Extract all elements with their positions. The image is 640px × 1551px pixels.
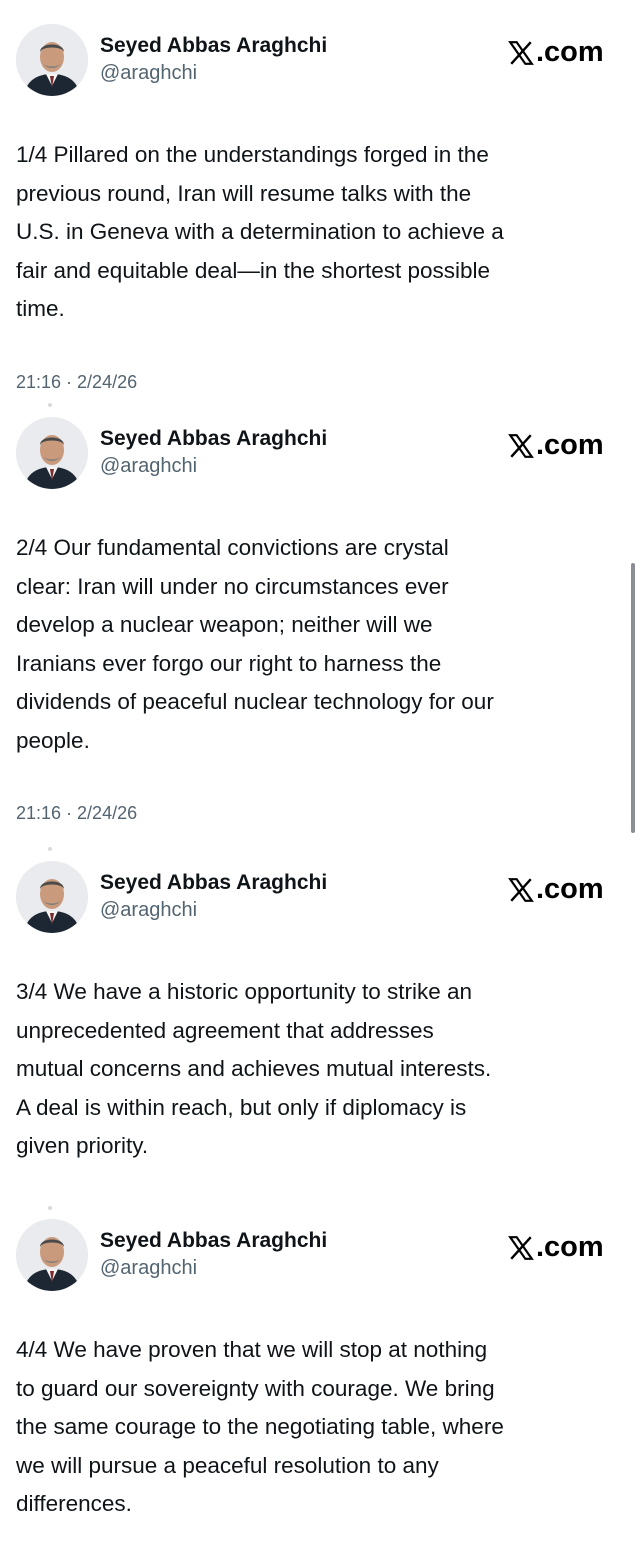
thread-connector xyxy=(48,403,52,407)
x-brand-logo: .com xyxy=(508,429,604,462)
author-handle[interactable]: @araghchi xyxy=(100,455,197,478)
x-logo-icon xyxy=(508,1235,534,1260)
avatar[interactable] xyxy=(16,861,88,933)
profile-photo-icon xyxy=(16,861,88,933)
thread-connector xyxy=(48,1206,52,1210)
tweet-text: 2/4 Our fundamental convictions are crys… xyxy=(16,535,494,753)
thread-connector xyxy=(48,847,52,851)
tweet-text: 3/4 We have a historic opportunity to st… xyxy=(16,979,492,1158)
author-handle[interactable]: @araghchi xyxy=(100,1257,197,1280)
profile-photo-icon xyxy=(16,1219,88,1291)
author-name[interactable]: Seyed Abbas Araghchi xyxy=(100,34,327,58)
avatar[interactable] xyxy=(16,1219,88,1291)
x-brand-logo: .com xyxy=(508,36,604,69)
author-name[interactable]: Seyed Abbas Araghchi xyxy=(100,427,327,451)
brand-text: .com xyxy=(536,873,604,905)
x-logo-icon xyxy=(508,433,534,458)
avatar[interactable] xyxy=(16,417,88,489)
x-logo-icon xyxy=(508,877,534,902)
author-name[interactable]: Seyed Abbas Araghchi xyxy=(100,1229,327,1253)
avatar[interactable] xyxy=(16,24,88,96)
author-handle[interactable]: @araghchi xyxy=(100,62,197,85)
tweet-text: 1/4 Pillared on the understandings forge… xyxy=(16,142,504,321)
tweet-text: 4/4 We have proven that we will stop at … xyxy=(16,1337,504,1516)
x-logo-icon xyxy=(508,40,534,65)
profile-photo-icon xyxy=(16,24,88,96)
brand-text: .com xyxy=(536,1231,604,1263)
tweet-timestamp[interactable]: 21:16 · 2/24/26 xyxy=(16,803,137,824)
brand-text: .com xyxy=(536,429,604,461)
author-handle[interactable]: @araghchi xyxy=(100,899,197,922)
tweet-timestamp[interactable]: 21:16 · 2/24/26 xyxy=(16,372,137,393)
author-name[interactable]: Seyed Abbas Araghchi xyxy=(100,871,327,895)
scrollbar[interactable] xyxy=(631,563,635,833)
x-brand-logo: .com xyxy=(508,1231,604,1264)
brand-text: .com xyxy=(536,36,604,68)
profile-photo-icon xyxy=(16,417,88,489)
x-brand-logo: .com xyxy=(508,873,604,906)
